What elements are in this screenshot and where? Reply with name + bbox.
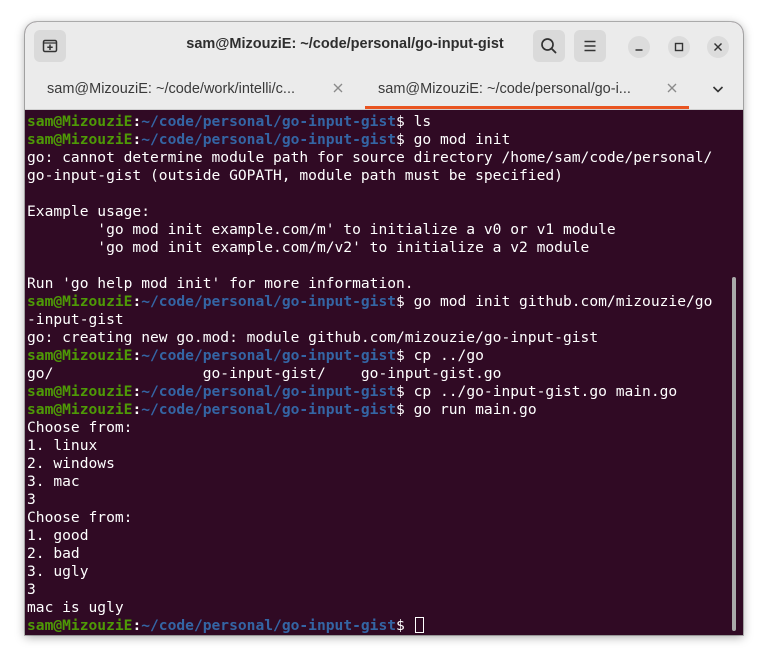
output-line: -input-gist: [27, 311, 124, 328]
prompt-path: ~/code/personal/go-input-gist: [141, 383, 397, 400]
output-line: 1. linux: [27, 437, 98, 454]
prompt-line: sam@MizouziE:~/code/personal/go-input-gi…: [27, 293, 712, 311]
command-text: $ ls: [396, 113, 432, 130]
command-text: $: [396, 617, 414, 634]
prompt-user: sam@MizouziE: [27, 401, 133, 418]
output-line: 3. mac: [27, 473, 80, 490]
tab-close-icon[interactable]: [664, 80, 680, 96]
output-line: 2. windows: [27, 455, 115, 472]
tab-label: sam@MizouziE: ~/code/personal/go-i...: [378, 81, 631, 97]
maximize-button[interactable]: [668, 36, 690, 58]
terminal-output[interactable]: sam@MizouziE:~/code/personal/go-input-gi…: [25, 110, 743, 635]
tab-bar: sam@MizouziE: ~/code/work/intelli/c... s…: [25, 68, 743, 110]
prompt-user: sam@MizouziE: [27, 293, 133, 310]
menu-button[interactable]: [574, 30, 606, 62]
output-line: go/ go-input-gist/ go-input-gist.go: [27, 365, 502, 382]
prompt-path: ~/code/personal/go-input-gist: [141, 113, 397, 130]
output-line: Example usage:: [27, 203, 151, 220]
terminal-cursor: [414, 617, 424, 633]
prompt-separator: :: [132, 113, 142, 130]
tab-personal-go-input-gist[interactable]: sam@MizouziE: ~/code/personal/go-i...: [365, 68, 689, 109]
scrollbar[interactable]: [732, 277, 736, 631]
prompt-separator: :: [132, 347, 142, 364]
new-tab-button[interactable]: [34, 30, 66, 62]
prompt-line: sam@MizouziE:~/code/personal/go-input-gi…: [27, 401, 537, 419]
prompt-separator: :: [132, 131, 142, 148]
prompt-line: sam@MizouziE:~/code/personal/go-input-gi…: [27, 113, 431, 131]
command-text: $ go mod init: [396, 131, 511, 148]
window-title: sam@MizouziE: ~/code/personal/go-input-g…: [186, 36, 504, 52]
close-button[interactable]: [707, 36, 729, 58]
prompt-path: ~/code/personal/go-input-gist: [141, 131, 397, 148]
command-text: $ go mod init github.com/mizouzie/go: [396, 293, 713, 310]
tab-close-icon[interactable]: [330, 80, 346, 96]
search-button[interactable]: [533, 30, 565, 62]
command-text: $ cp ../go: [396, 347, 484, 364]
output-line: Choose from:: [27, 509, 133, 526]
output-line: Run 'go help mod init' for more informat…: [27, 275, 414, 292]
output-line: 1. good: [27, 527, 89, 544]
prompt-line: sam@MizouziE:~/code/personal/go-input-gi…: [27, 617, 424, 635]
minimize-button[interactable]: [628, 36, 650, 58]
output-line: go: cannot determine module path for sou…: [27, 149, 713, 166]
prompt-user: sam@MizouziE: [27, 617, 133, 634]
prompt-separator: :: [132, 293, 142, 310]
command-text: $ cp ../go-input-gist.go main.go: [396, 383, 678, 400]
output-line: 3: [27, 491, 36, 508]
prompt-line: sam@MizouziE:~/code/personal/go-input-gi…: [27, 131, 510, 149]
prompt-path: ~/code/personal/go-input-gist: [141, 617, 397, 634]
output-line: 3. ugly: [27, 563, 89, 580]
active-tab-indicator: [365, 106, 689, 109]
output-line: 'go mod init example.com/m/v2' to initia…: [27, 239, 590, 256]
prompt-separator: :: [132, 383, 142, 400]
tab-list-dropdown[interactable]: [708, 79, 728, 99]
prompt-line: sam@MizouziE:~/code/personal/go-input-gi…: [27, 383, 677, 401]
prompt-user: sam@MizouziE: [27, 113, 133, 130]
tab-label: sam@MizouziE: ~/code/work/intelli/c...: [47, 81, 296, 97]
prompt-user: sam@MizouziE: [27, 383, 133, 400]
prompt-path: ~/code/personal/go-input-gist: [141, 401, 397, 418]
output-line: 'go mod init example.com/m' to initializ…: [27, 221, 616, 238]
terminal-window: sam@MizouziE: ~/code/personal/go-input-g…: [25, 22, 743, 635]
prompt-path: ~/code/personal/go-input-gist: [141, 347, 397, 364]
tab-work-intelli[interactable]: sam@MizouziE: ~/code/work/intelli/c...: [35, 68, 359, 109]
output-line: mac is ugly: [27, 599, 124, 616]
output-line: 3: [27, 581, 36, 598]
prompt-user: sam@MizouziE: [27, 131, 133, 148]
prompt-separator: :: [132, 617, 142, 634]
chevron-down-icon: [708, 86, 728, 103]
output-line: Choose from:: [27, 419, 133, 436]
command-text: $ go run main.go: [396, 401, 537, 418]
title-bar[interactable]: sam@MizouziE: ~/code/personal/go-input-g…: [25, 22, 743, 68]
prompt-path: ~/code/personal/go-input-gist: [141, 293, 397, 310]
output-line: go-input-gist (outside GOPATH, module pa…: [27, 167, 563, 184]
output-line: go: creating new go.mod: module github.c…: [27, 329, 599, 346]
prompt-separator: :: [132, 401, 142, 418]
prompt-line: sam@MizouziE:~/code/personal/go-input-gi…: [27, 347, 484, 365]
output-line: 2. bad: [27, 545, 80, 562]
prompt-user: sam@MizouziE: [27, 347, 133, 364]
